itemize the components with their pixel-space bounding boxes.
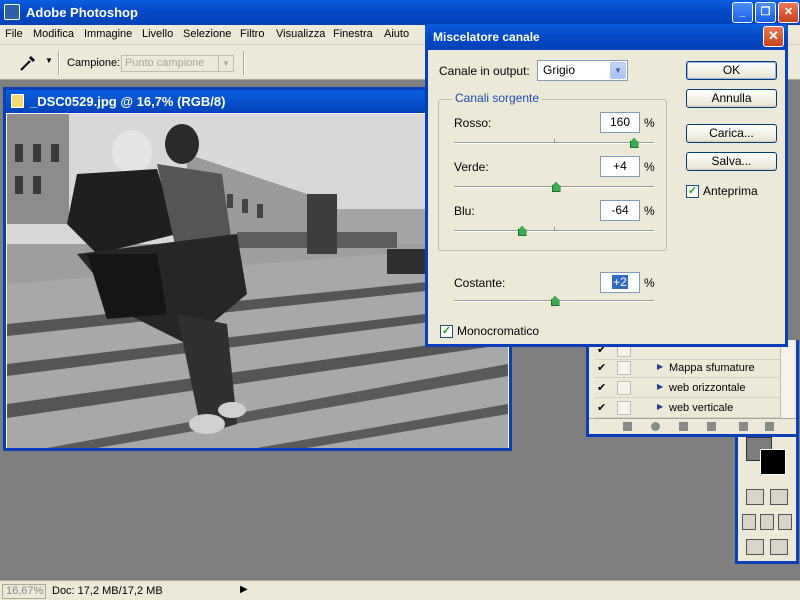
app-title: Adobe Photoshop xyxy=(26,5,138,20)
trash-icon[interactable] xyxy=(765,422,774,431)
constant-label: Costante: xyxy=(454,276,506,290)
layers-panel: ✔ ✔ ▶ Mappa sfumature ✔ ▶ web orizzontal… xyxy=(586,340,799,437)
zoom-field[interactable]: 16,67% xyxy=(2,584,46,599)
green-slider[interactable] xyxy=(454,182,654,192)
check-icon[interactable] xyxy=(770,539,788,555)
menu-visualizza[interactable]: Visualizza xyxy=(276,28,325,40)
load-button[interactable]: Carica... xyxy=(686,124,777,143)
visibility-eye-icon[interactable]: ✔ xyxy=(597,362,609,374)
file-icon xyxy=(11,94,24,108)
layer-link-box[interactable] xyxy=(617,361,631,375)
close-app-button[interactable]: ✕ xyxy=(778,2,799,23)
dialog-titlebar[interactable]: Miscelatore canale ✕ xyxy=(425,24,788,50)
layer-name: Mappa sfumature xyxy=(669,362,755,374)
output-channel-select[interactable]: Grigio ▼ xyxy=(537,60,628,81)
layer-arrow-icon: ▶ xyxy=(657,382,664,391)
menu-immagine[interactable]: Immagine xyxy=(84,28,132,40)
status-menu-arrow-icon[interactable]: ▶ xyxy=(240,584,248,595)
screen-mode-full-icon[interactable] xyxy=(778,514,792,530)
blue-label: Blu: xyxy=(454,204,475,218)
preview-label[interactable]: Anteprima xyxy=(703,184,758,198)
dialog-title: Miscelatore canale xyxy=(433,30,540,44)
document-title: _DSC0529.jpg @ 16,7% (RGB/8) xyxy=(30,94,226,109)
layers-scrollbar[interactable] xyxy=(780,340,794,420)
layers-toolbar xyxy=(589,418,796,434)
save-button[interactable]: Salva... xyxy=(686,152,777,171)
channel-mixer-dialog: Miscelatore canale ✕ Canale in output: G… xyxy=(425,24,788,347)
menu-modifica[interactable]: Modifica xyxy=(33,28,74,40)
layer-name: web verticale xyxy=(669,402,734,414)
photoshop-icon xyxy=(4,4,20,20)
output-channel-value: Grigio xyxy=(543,63,576,77)
toolbox xyxy=(735,437,799,564)
layer-name: web orizzontale xyxy=(669,382,746,394)
status-bar: 16,67% Doc: 17,2 MB/17,2 MB ▶ xyxy=(0,580,800,600)
menu-livello[interactable]: Livello xyxy=(142,28,173,40)
red-slider[interactable] xyxy=(454,138,654,148)
jump-to-imageready-icon[interactable] xyxy=(746,539,764,555)
constant-slider-thumb[interactable] xyxy=(550,296,560,306)
mask-icon[interactable] xyxy=(623,422,632,431)
sample-label: Campione: xyxy=(67,57,121,69)
layer-arrow-icon: ▶ xyxy=(657,402,664,411)
eyedropper-icon[interactable] xyxy=(18,53,38,73)
adjustment-icon[interactable] xyxy=(651,422,660,431)
constant-value-selected: +2 xyxy=(612,275,628,289)
source-channels-title: Canali sorgente xyxy=(452,91,543,105)
minimize-button[interactable]: _ xyxy=(732,2,753,23)
blue-value-input[interactable]: -64 xyxy=(600,200,640,221)
slider-center-tick xyxy=(554,227,555,231)
menu-file[interactable]: File xyxy=(5,28,23,40)
slider-center-tick xyxy=(554,139,555,143)
menu-filtro[interactable]: Filtro xyxy=(240,28,264,40)
preview-checkbox[interactable]: ✓ xyxy=(686,185,699,198)
close-icon[interactable]: ✕ xyxy=(763,26,784,47)
layer-link-box[interactable] xyxy=(617,381,631,395)
monochrome-checkbox[interactable]: ✓ xyxy=(440,325,453,338)
layer-row[interactable]: ✔ ▶ web verticale xyxy=(595,398,781,418)
sample-select-value: Punto campione xyxy=(125,57,205,69)
blue-slider[interactable] xyxy=(454,226,654,236)
percent-sign: % xyxy=(644,116,655,130)
constant-slider[interactable] xyxy=(454,296,654,306)
cancel-button[interactable]: Annulla xyxy=(686,89,777,108)
screen-mode-standard-icon[interactable] xyxy=(742,514,756,530)
visibility-eye-icon[interactable]: ✔ xyxy=(597,382,609,394)
layer-link-box[interactable] xyxy=(617,401,631,415)
screen-mode-full-menu-icon[interactable] xyxy=(760,514,774,530)
visibility-eye-icon[interactable]: ✔ xyxy=(597,402,609,414)
quickmask-mode-icon[interactable] xyxy=(770,489,788,505)
percent-sign: % xyxy=(644,276,655,290)
output-channel-label: Canale in output: xyxy=(439,64,530,78)
sample-select[interactable]: Punto campione ▼ xyxy=(121,55,234,72)
folder-icon[interactable] xyxy=(707,422,716,431)
red-label: Rosso: xyxy=(454,116,492,130)
doc-size: Doc: 17,2 MB/17,2 MB xyxy=(52,585,163,597)
menu-selezione[interactable]: Selezione xyxy=(183,28,231,40)
layer-row[interactable]: ✔ ▶ Mappa sfumature xyxy=(595,358,781,378)
options-separator xyxy=(58,51,60,75)
foreground-color-swatch[interactable] xyxy=(760,449,786,475)
layer-row[interactable]: ✔ ▶ web orizzontale xyxy=(595,378,781,398)
green-value-input[interactable]: +4 xyxy=(600,156,640,177)
action-play-icon[interactable] xyxy=(679,422,688,431)
options-separator xyxy=(243,51,245,75)
menu-finestra[interactable]: Finestra xyxy=(333,28,373,40)
percent-sign: % xyxy=(644,160,655,174)
percent-sign: % xyxy=(644,204,655,218)
chevron-down-icon: ▼ xyxy=(218,56,233,71)
constant-value-input[interactable]: +2 xyxy=(600,272,640,293)
app-titlebar: Adobe Photoshop _ ❐ ✕ xyxy=(0,0,800,25)
new-layer-icon[interactable] xyxy=(739,422,748,431)
standard-mode-icon[interactable] xyxy=(746,489,764,505)
tool-preset-arrow-icon[interactable]: ▼ xyxy=(45,56,53,65)
ok-button[interactable]: OK xyxy=(686,61,777,80)
green-label: Verde: xyxy=(454,160,489,174)
monochrome-label[interactable]: Monocromatico xyxy=(457,324,539,338)
menu-aiuto[interactable]: Aiuto xyxy=(384,28,409,40)
layer-arrow-icon: ▶ xyxy=(657,362,664,371)
chevron-down-icon: ▼ xyxy=(610,62,626,79)
restore-button[interactable]: ❐ xyxy=(755,2,776,23)
red-value-input[interactable]: 160 xyxy=(600,112,640,133)
